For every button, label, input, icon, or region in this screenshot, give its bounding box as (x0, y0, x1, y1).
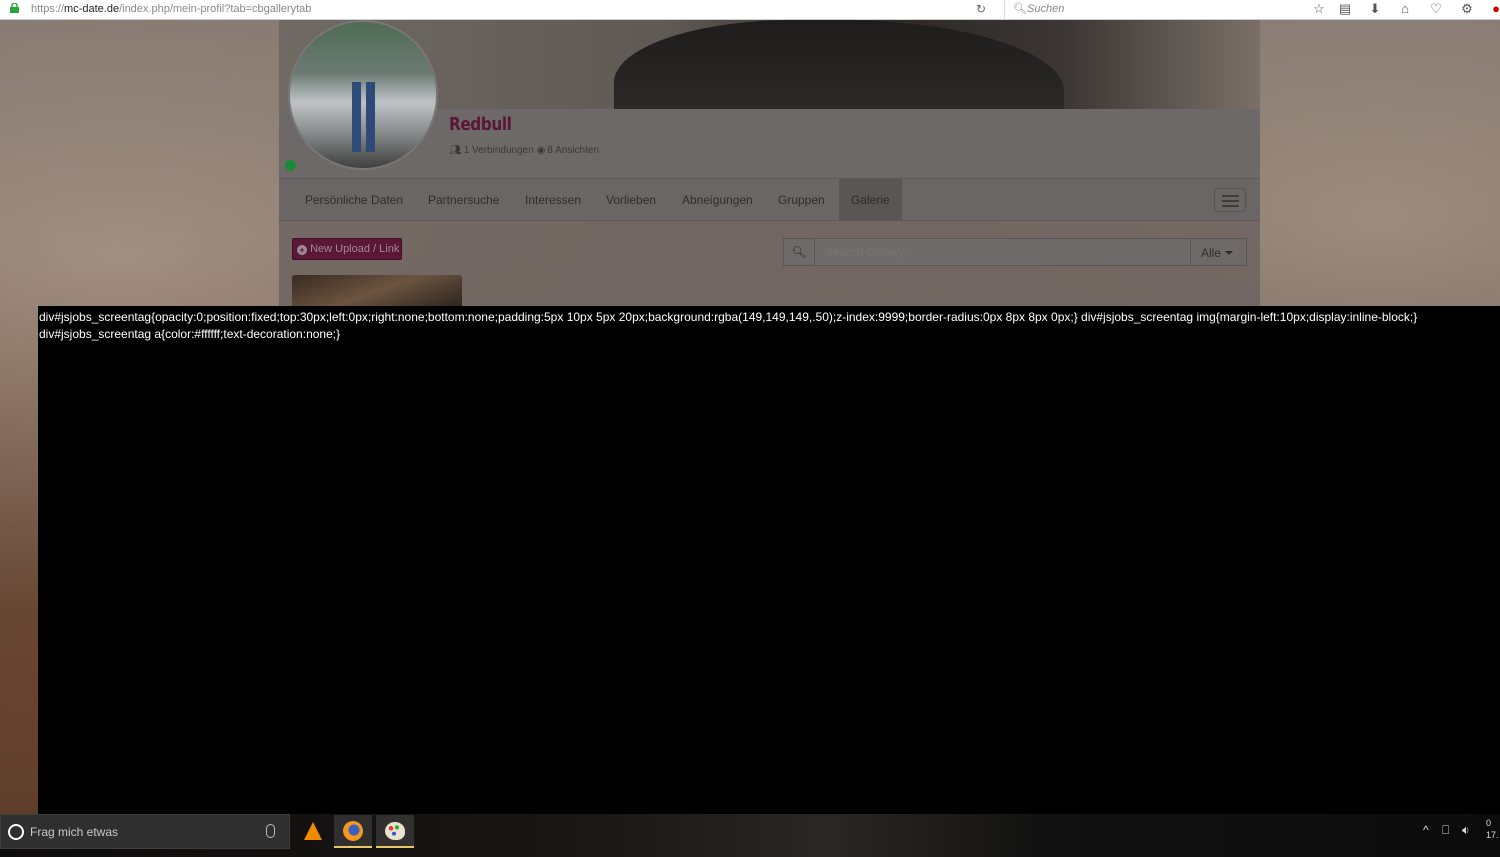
gallery-search: 🔍︎ Alle (783, 238, 1247, 266)
taskbar-app-vlc[interactable] (293, 815, 331, 848)
microphone-icon[interactable] (266, 824, 275, 838)
online-status-indicator (285, 160, 296, 171)
tab-vorlieben[interactable]: Vorlieben (594, 179, 668, 221)
gallery-search-input[interactable] (815, 239, 1190, 265)
pocket-icon[interactable]: ♡ (1428, 1, 1444, 17)
tab-abneigungen[interactable]: Abneigungen (670, 179, 765, 221)
system-clock[interactable]: 0 17. (1486, 817, 1499, 841)
plus-circle-icon: + (297, 245, 307, 255)
tab-gruppen[interactable]: Gruppen (766, 179, 837, 221)
lock-icon (10, 3, 19, 13)
profile-tabs: Persönliche Daten Partnersuche Interesse… (279, 179, 1260, 221)
browser-toolbar: https://mc-date.de/index.php/mein-profil… (0, 0, 1500, 20)
url-host: mc-date.de (64, 3, 120, 15)
profile-stats: 👥︎ 1 Verbindungen ◉ 8 Ansichten (449, 145, 599, 156)
extension-icon[interactable]: ⚙ (1459, 1, 1475, 17)
taskbar-app-paint[interactable] (376, 815, 414, 848)
chevron-up-icon[interactable]: ^ (1423, 823, 1429, 837)
url-prefix: https:// (31, 3, 65, 15)
url-path: /index.php/mein-profil?tab=cbgallerytab (119, 3, 312, 15)
paint-icon (385, 822, 405, 840)
gallery-filter-label: Alle (1201, 246, 1222, 260)
vlc-icon (304, 822, 322, 840)
gallery-thumbnail[interactable] (292, 275, 462, 307)
browser-search-box[interactable]: 🔍︎ Suchen (1004, 0, 1294, 19)
tab-persoenliche-daten[interactable]: Persönliche Daten (293, 179, 415, 221)
profile-username[interactable]: Redbull (449, 114, 512, 135)
home-icon[interactable]: ⌂ (1397, 1, 1413, 17)
download-icon[interactable]: ⬇ (1367, 1, 1383, 17)
cortana-placeholder: Frag mich etwas (30, 825, 119, 839)
views-count: 8 Ansichten (547, 145, 600, 156)
addon-badge-icon[interactable]: ● (1488, 1, 1500, 17)
address-bar[interactable]: https://mc-date.de/index.php/mein-profil… (31, 3, 311, 15)
cortana-icon (8, 824, 24, 840)
new-upload-label: New Upload / Link (310, 243, 400, 255)
taskbar-app-firefox[interactable] (334, 815, 372, 848)
clock-time: 0 (1486, 818, 1492, 828)
volume-icon[interactable]: 🔉︎ (1462, 823, 1470, 838)
menu-toggle-icon[interactable] (1214, 188, 1246, 212)
reading-list-icon[interactable]: ▤ (1337, 1, 1353, 17)
tab-partnersuche[interactable]: Partnersuche (416, 179, 511, 221)
avatar[interactable] (288, 20, 438, 170)
connections-count[interactable]: 1 Verbindungen (464, 145, 534, 156)
new-upload-button[interactable]: + New Upload / Link (292, 238, 402, 260)
firefox-icon (343, 821, 363, 841)
leaked-css-text: div#jsjobs_screentag{opacity:0;position:… (39, 310, 1418, 341)
bookmark-star-icon[interactable]: ☆ (1311, 1, 1327, 17)
browser-search-placeholder: Suchen (1027, 3, 1065, 15)
windows-taskbar: Frag mich etwas ^ ⎕ 🔉︎ 0 17. (0, 814, 1500, 857)
caret-down-icon (1225, 251, 1234, 255)
tab-interessen[interactable]: Interessen (513, 179, 593, 221)
gallery-filter-dropdown[interactable]: Alle (1190, 239, 1247, 265)
code-overlay: div#jsjobs_screentag{opacity:0;position:… (38, 306, 1500, 814)
clock-date: 17. (1486, 830, 1499, 840)
tab-galerie[interactable]: Galerie (839, 179, 902, 221)
network-icon[interactable]: ⎕ (1442, 823, 1449, 838)
cortana-search-box[interactable]: Frag mich etwas (0, 814, 290, 849)
users-icon: 👥︎ (449, 145, 462, 156)
search-icon: 🔍︎ (1013, 3, 1027, 15)
search-icon[interactable]: 🔍︎ (784, 239, 815, 265)
eye-icon: ◉ (536, 145, 546, 156)
reload-icon[interactable]: ↻ (976, 2, 990, 16)
cover-car-image (614, 20, 1064, 109)
